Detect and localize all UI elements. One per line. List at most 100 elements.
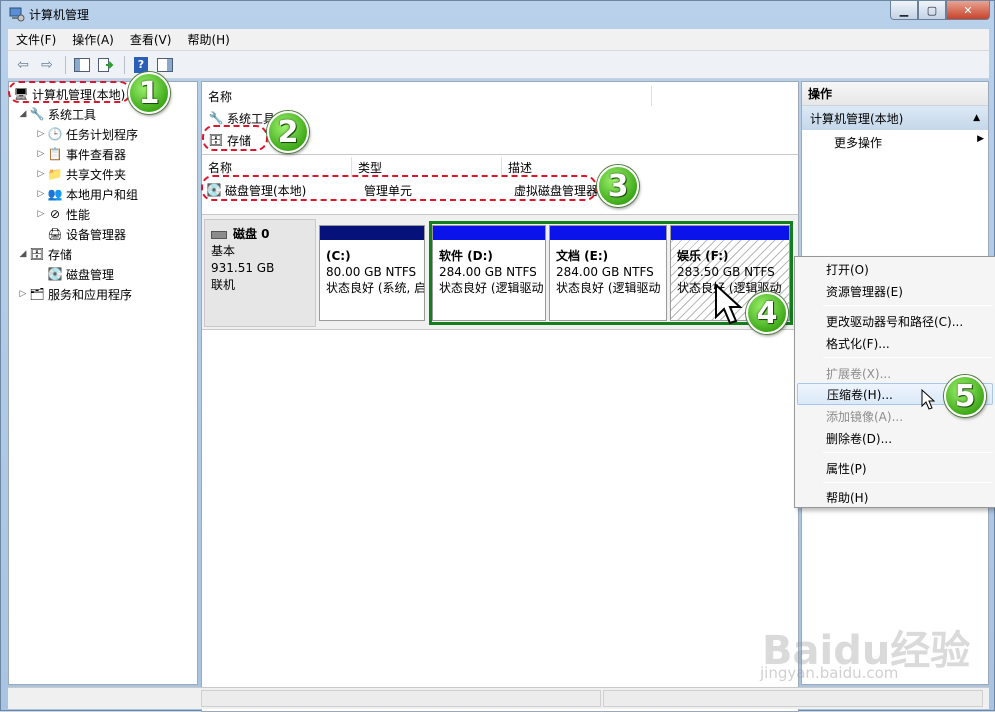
column-header-type[interactable]: 类型 bbox=[352, 157, 502, 177]
partition-label: (C:) bbox=[326, 249, 351, 263]
partition-label: 软件 (D:) bbox=[439, 249, 493, 263]
partition-bar bbox=[433, 226, 545, 240]
expand-arrow-icon[interactable]: ▷ bbox=[35, 169, 47, 179]
expand-arrow-icon[interactable]: ▷ bbox=[35, 129, 47, 139]
partition-d[interactable]: 软件 (D:) 284.00 GB NTFS 状态良好 (逻辑驱动 bbox=[432, 225, 546, 321]
expand-arrow-icon[interactable]: ▷ bbox=[17, 289, 29, 299]
partition-size: 283.50 GB NTFS bbox=[677, 265, 775, 279]
disk-status: 联机 bbox=[211, 278, 236, 292]
clock-icon: 🕒 bbox=[47, 127, 63, 141]
tree-item-device-manager[interactable]: 🖨 设备管理器 bbox=[47, 225, 126, 243]
menu-item-properties[interactable]: 属性(P) bbox=[797, 457, 993, 479]
actions-header: 操作 bbox=[802, 82, 988, 106]
maximize-icon: ▢ bbox=[926, 3, 938, 17]
device-manager-icon: 🖨 bbox=[47, 227, 63, 241]
event-viewer-icon: 📋 bbox=[47, 147, 63, 161]
export-list-button[interactable] bbox=[95, 54, 117, 76]
disk-graphical-view: 磁盘 0 基本 931.51 GB 联机 (C:) 80.00 GB NTFS … bbox=[202, 214, 798, 330]
menu-action[interactable]: 操作(A) bbox=[64, 31, 122, 48]
tree-item-storage[interactable]: ◢ 🗄 存储 bbox=[17, 245, 72, 263]
menu-file[interactable]: 文件(F) bbox=[8, 31, 64, 48]
tree-label: 服务和应用程序 bbox=[48, 287, 133, 302]
partition-c[interactable]: (C:) 80.00 GB NTFS 状态良好 (系统, 启 bbox=[319, 225, 425, 321]
minimize-button[interactable]: ▁ bbox=[890, 1, 918, 20]
help-icon: ? bbox=[134, 56, 148, 73]
menu-help[interactable]: 帮助(H) bbox=[179, 31, 237, 48]
tree-item-system-tools[interactable]: ◢ 🔧 系统工具 bbox=[17, 105, 96, 123]
disk-kind: 基本 bbox=[211, 244, 236, 258]
hard-disk-icon bbox=[211, 230, 227, 239]
maximize-button[interactable]: ▢ bbox=[918, 1, 946, 20]
tree-item-services[interactable]: ▷ 🗂 服务和应用程序 bbox=[17, 285, 132, 303]
collapse-up-icon: ▲ bbox=[973, 113, 980, 123]
collapse-arrow-icon[interactable]: ◢ bbox=[17, 109, 29, 119]
more-actions-item[interactable]: 更多操作 ▶ bbox=[834, 134, 984, 151]
tree-item-performance[interactable]: ▷ ⊘ 性能 bbox=[35, 205, 90, 223]
tree-item-shared-folders[interactable]: ▷ 📁 共享文件夹 bbox=[35, 165, 126, 183]
partition-size: 80.00 GB NTFS bbox=[326, 265, 417, 279]
close-button[interactable]: ✕ bbox=[946, 1, 990, 20]
menu-view[interactable]: 查看(V) bbox=[122, 31, 180, 48]
storage-icon: 🗄 bbox=[29, 247, 45, 261]
tree-item-local-users[interactable]: ▷ 👥 本地用户和组 bbox=[35, 185, 138, 203]
menu-separator bbox=[823, 357, 993, 358]
menu-item-open[interactable]: 打开(O) bbox=[797, 258, 993, 280]
back-button[interactable]: ⇦ bbox=[12, 54, 34, 76]
column-header-name[interactable]: 名称 bbox=[202, 86, 652, 106]
console-tree: 🖥 计算机管理(本地) ◢ 🔧 系统工具 ▷ 🕒 任务计划程序 ▷ 📋 事件查看… bbox=[8, 81, 198, 685]
menu-item-label: 扩展卷(X)... bbox=[826, 366, 892, 381]
disk-0-info[interactable]: 磁盘 0 基本 931.51 GB 联机 bbox=[204, 219, 316, 327]
menu-separator bbox=[823, 452, 993, 453]
menu-item-format[interactable]: 格式化(F)... bbox=[797, 332, 993, 354]
partition-bar bbox=[671, 226, 789, 240]
tools-icon: 🔧 bbox=[29, 107, 45, 121]
menu-item-delete-volume[interactable]: 删除卷(D)... bbox=[797, 427, 993, 449]
minimize-icon: ▁ bbox=[899, 3, 909, 17]
menu-item-label: 添加镜像(A)... bbox=[826, 409, 904, 424]
menu-bar: 文件(F) 操作(A) 查看(V) 帮助(H) bbox=[8, 29, 989, 51]
disk-management-icon: 💽 bbox=[47, 267, 63, 281]
arrow-right-icon: ⇨ bbox=[41, 56, 53, 73]
users-icon: 👥 bbox=[47, 187, 63, 201]
callout-number: 3 bbox=[607, 168, 629, 204]
show-hide-action-pane-button[interactable] bbox=[154, 54, 176, 76]
forward-button[interactable]: ⇨ bbox=[36, 54, 58, 76]
tree-label: 设备管理器 bbox=[66, 227, 127, 242]
expand-arrow-icon[interactable]: ▷ bbox=[35, 189, 47, 199]
export-icon bbox=[98, 57, 114, 72]
menu-item-explore[interactable]: 资源管理器(E) bbox=[797, 280, 993, 302]
actions-section-computer-management[interactable]: 计算机管理(本地) ▲ bbox=[802, 106, 988, 130]
pane-splitter[interactable] bbox=[202, 154, 798, 155]
column-header-name[interactable]: 名称 bbox=[202, 157, 352, 177]
partition-e[interactable]: 文档 (E:) 284.00 GB NTFS 状态良好 (逻辑驱动 bbox=[549, 225, 667, 321]
callout-number: 1 bbox=[138, 75, 160, 111]
tree-label: 磁盘管理 bbox=[66, 267, 115, 282]
column-header-label: 描述 bbox=[508, 160, 533, 175]
column-header-label: 名称 bbox=[208, 89, 233, 104]
partition-bar bbox=[320, 226, 424, 240]
tree-item-event-viewer[interactable]: ▷ 📋 事件查看器 bbox=[35, 145, 126, 163]
performance-icon: ⊘ bbox=[49, 207, 61, 221]
status-bar bbox=[8, 687, 989, 709]
status-segment bbox=[603, 690, 983, 707]
partition-label: 文档 (E:) bbox=[556, 249, 609, 263]
shared-folder-icon: 📁 bbox=[47, 167, 63, 181]
menu-item-help[interactable]: 帮助(H) bbox=[797, 486, 993, 508]
mouse-cursor-icon bbox=[715, 283, 743, 325]
menu-item-change-drive-letter[interactable]: 更改驱动器号和路径(C)... bbox=[797, 310, 993, 332]
partition-status: 状态良好 (逻辑驱动 bbox=[439, 281, 544, 295]
partition-bar bbox=[550, 226, 666, 240]
column-header-description[interactable]: 描述 bbox=[502, 157, 798, 177]
menu-item-label: 删除卷(D)... bbox=[826, 431, 893, 446]
tree-item-task-scheduler[interactable]: ▷ 🕒 任务计划程序 bbox=[35, 125, 138, 143]
more-actions-label: 更多操作 bbox=[834, 136, 883, 150]
tree-item-disk-management[interactable]: 💽 磁盘管理 bbox=[47, 265, 115, 283]
expand-arrow-icon[interactable]: ▷ bbox=[35, 209, 47, 219]
actions-header-label: 操作 bbox=[808, 87, 833, 101]
toolbar-separator bbox=[65, 55, 66, 74]
expand-arrow-icon[interactable]: ▷ bbox=[35, 149, 47, 159]
collapse-arrow-icon[interactable]: ◢ bbox=[17, 249, 29, 259]
menu-item-label: 格式化(F)... bbox=[826, 336, 890, 351]
menu-item-label: 压缩卷(H)... bbox=[827, 387, 893, 402]
show-hide-tree-button[interactable] bbox=[71, 54, 93, 76]
